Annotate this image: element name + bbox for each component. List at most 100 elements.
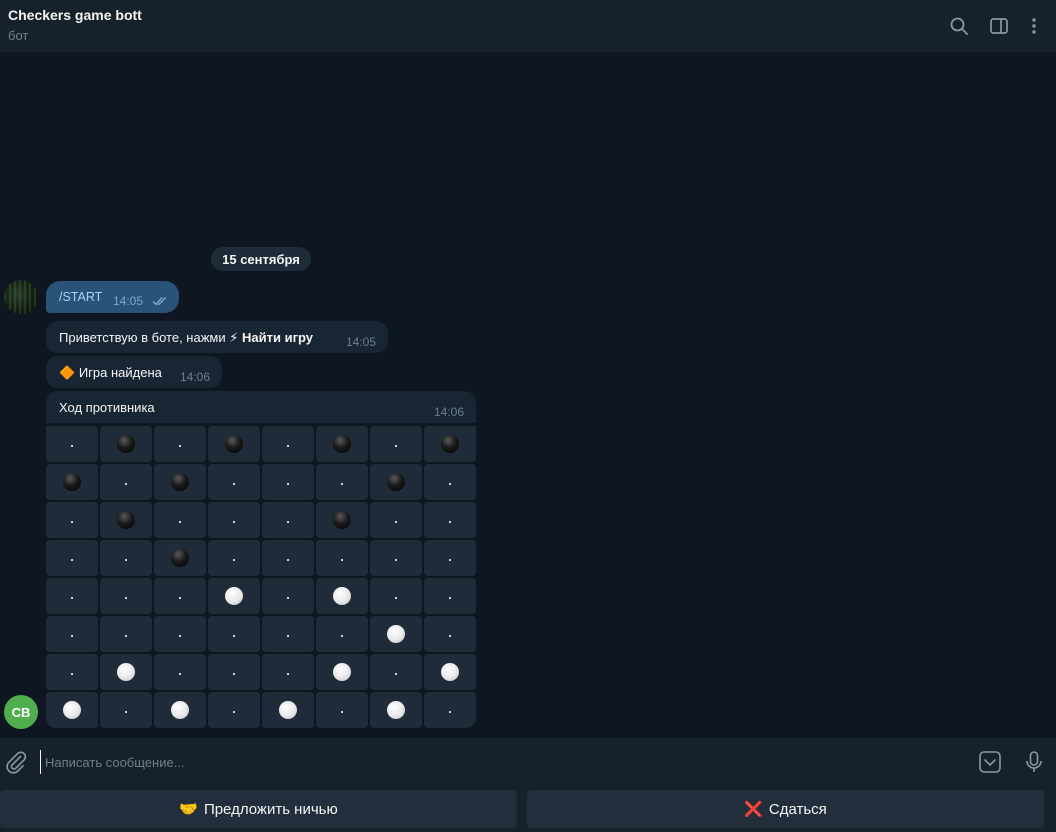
board-cell-r7-c0[interactable] [46,692,98,728]
board-cell-r4-c1[interactable]: . [100,578,152,614]
bot-keyboard-toggle-icon[interactable] [978,750,1002,774]
board-cell-r3-c3[interactable]: . [208,540,260,576]
empty-cell-dot: . [286,434,290,450]
board-cell-r4-c0[interactable]: . [46,578,98,614]
board-cell-r1-c1[interactable]: . [100,464,152,500]
board-cell-r4-c3[interactable] [208,578,260,614]
user-avatar[interactable] [4,280,38,314]
board-cell-r3-c6[interactable]: . [370,540,422,576]
board-cell-r0-c4[interactable]: . [262,426,314,462]
board-cell-r0-c1[interactable] [100,426,152,462]
board-cell-r2-c4[interactable]: . [262,502,314,538]
microphone-icon[interactable] [1022,750,1046,774]
empty-cell-dot: . [394,434,398,450]
board-cell-r5-c2[interactable]: . [154,616,206,652]
board-cell-r6-c2[interactable]: . [154,654,206,690]
empty-cell-dot: . [178,434,182,450]
empty-cell-dot: . [232,662,236,678]
board-cell-r3-c1[interactable]: . [100,540,152,576]
board-cell-r2-c2[interactable]: . [154,502,206,538]
board-cell-r1-c0[interactable] [46,464,98,500]
board-cell-r7-c7[interactable]: . [424,692,476,728]
board-cell-r6-c3[interactable]: . [208,654,260,690]
board-cell-r5-c4[interactable]: . [262,616,314,652]
board-cell-r7-c3[interactable]: . [208,692,260,728]
incoming-message-greeting[interactable]: Приветствую в боте, нажми ⚡ Найти игру 1… [46,321,388,353]
board-cell-r7-c4[interactable] [262,692,314,728]
board-cell-r0-c7[interactable] [424,426,476,462]
board-cell-r3-c5[interactable]: . [316,540,368,576]
empty-cell-dot: . [178,662,182,678]
chat-title[interactable]: Checkers game bott [8,7,142,23]
board-cell-r0-c5[interactable] [316,426,368,462]
message-input[interactable] [40,750,940,774]
board-cell-r4-c4[interactable]: . [262,578,314,614]
board-cell-r5-c5[interactable]: . [316,616,368,652]
more-vertical-icon[interactable] [1022,14,1046,38]
white-checker-piece [171,701,189,719]
board-cell-r4-c6[interactable]: . [370,578,422,614]
incoming-message-game-found[interactable]: 🔶 Игра найдена 14:06 [46,356,222,388]
white-checker-piece [63,701,81,719]
board-cell-r3-c4[interactable]: . [262,540,314,576]
board-cell-r4-c5[interactable] [316,578,368,614]
search-icon[interactable] [947,14,971,38]
board-cell-r2-c7[interactable]: . [424,502,476,538]
board-cell-r5-c1[interactable]: . [100,616,152,652]
board-cell-r5-c7[interactable]: . [424,616,476,652]
board-cell-r6-c6[interactable]: . [370,654,422,690]
bot-avatar[interactable]: CB [4,695,38,729]
offer-draw-button[interactable]: 🤝 Предложить ничью [0,790,517,828]
board-cell-r2-c0[interactable]: . [46,502,98,538]
message-time: 14:05 [113,294,144,308]
board-cell-r3-c2[interactable] [154,540,206,576]
board-cell-r0-c2[interactable]: . [154,426,206,462]
empty-cell-dot: . [286,510,290,526]
board-cell-r4-c7[interactable]: . [424,578,476,614]
board-cell-r6-c0[interactable]: . [46,654,98,690]
board-cell-r7-c6[interactable] [370,692,422,728]
outgoing-message[interactable]: /START 14:05 [46,281,179,313]
board-cell-r5-c0[interactable]: . [46,616,98,652]
board-cell-r6-c7[interactable] [424,654,476,690]
board-cell-r2-c6[interactable]: . [370,502,422,538]
empty-cell-dot: . [394,586,398,602]
board-cell-r0-c6[interactable]: . [370,426,422,462]
board-cell-r0-c3[interactable] [208,426,260,462]
board-cell-r6-c4[interactable]: . [262,654,314,690]
incoming-message-opponent-move[interactable]: Ход противника 14:06 [46,391,476,423]
surrender-button[interactable]: ❌ Сдаться [527,790,1044,828]
board-cell-r2-c1[interactable] [100,502,152,538]
board-cell-r2-c5[interactable] [316,502,368,538]
white-checker-piece [387,701,405,719]
board-cell-r0-c0[interactable]: . [46,426,98,462]
command-text[interactable]: /START [59,290,102,304]
empty-cell-dot: . [124,624,128,640]
board-cell-r7-c1[interactable]: . [100,692,152,728]
board-cell-r3-c7[interactable]: . [424,540,476,576]
orange-diamond-icon: 🔶 [59,365,76,380]
board-cell-r6-c1[interactable] [100,654,152,690]
date-separator: 15 сентября [211,247,311,271]
empty-cell-dot: . [70,510,74,526]
empty-cell-dot: . [178,510,182,526]
board-cell-r1-c4[interactable]: . [262,464,314,500]
board-cell-r5-c3[interactable]: . [208,616,260,652]
empty-cell-dot: . [178,586,182,602]
board-cell-r5-c6[interactable] [370,616,422,652]
board-cell-r1-c7[interactable]: . [424,464,476,500]
board-cell-r4-c2[interactable]: . [154,578,206,614]
sidebar-toggle-icon[interactable] [987,14,1011,38]
board-cell-r1-c3[interactable]: . [208,464,260,500]
board-cell-r7-c5[interactable]: . [316,692,368,728]
board-cell-r3-c0[interactable]: . [46,540,98,576]
board-cell-r6-c5[interactable] [316,654,368,690]
paperclip-icon[interactable] [4,750,28,774]
board-cell-r7-c2[interactable] [154,692,206,728]
black-checker-piece [63,473,81,491]
board-cell-r2-c3[interactable]: . [208,502,260,538]
board-cell-r1-c2[interactable] [154,464,206,500]
board-cell-r1-c6[interactable] [370,464,422,500]
message-time: 14:05 [346,335,377,349]
board-cell-r1-c5[interactable]: . [316,464,368,500]
